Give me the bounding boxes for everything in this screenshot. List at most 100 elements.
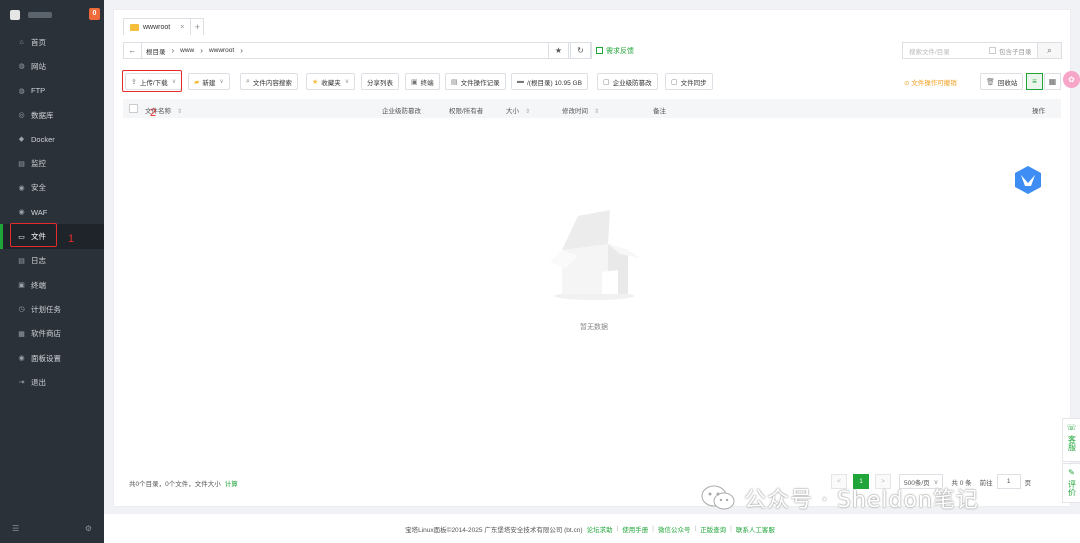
log-icon: ▤	[451, 78, 458, 86]
license-link[interactable]: 正版查询	[700, 524, 726, 534]
sidebar-item-0[interactable]: ⌂ 首页	[0, 30, 104, 54]
folder-icon	[130, 23, 139, 31]
support-link[interactable]: 联系人工客服	[736, 524, 775, 534]
add-tab-button[interactable]: +	[191, 18, 205, 35]
select-all-checkbox[interactable]	[129, 104, 138, 113]
goto-label: 前往	[979, 479, 993, 487]
forum-link[interactable]: 论坛求助	[587, 524, 613, 534]
calc-link[interactable]: 计算	[225, 481, 238, 488]
disk-label: /(根目录) 10.95 GB	[527, 79, 582, 87]
share-list-button[interactable]: 分享列表	[361, 73, 399, 90]
search-icon[interactable]: ⌕	[1037, 43, 1061, 58]
copyright-bar: 宝塔Linux面板©2014-2025 广东堡塔安全技术有限公司 (bt.cn)…	[104, 514, 1080, 543]
sidebar-item-2[interactable]: ◍ FTP	[0, 79, 104, 103]
sidebar-item-label: 数据库	[31, 110, 54, 120]
file-sync-button[interactable]: ▢ 文件同步	[665, 73, 713, 90]
enterprise-tamper-button[interactable]: ▢ 企业级防篡改	[597, 73, 658, 90]
sidebar-item-10[interactable]: ▣ 终端	[0, 273, 104, 297]
feedback-link[interactable]: 需求反馈	[596, 46, 634, 56]
refresh-icon[interactable]: ↻	[570, 42, 591, 59]
customer-service-tab[interactable]: ☏ 客服	[1062, 418, 1080, 462]
log-icon: ▤	[18, 257, 25, 265]
grid-view-icon[interactable]: ▦	[1044, 73, 1061, 90]
breadcrumb-root[interactable]: 根目录	[142, 46, 170, 56]
settings-icon: ◉	[18, 355, 25, 362]
favorites-button[interactable]: ★ 收藏夹 ∨	[306, 73, 356, 90]
assistant-bird-icon[interactable]	[1013, 165, 1043, 195]
tab-bar: wwwroot × +	[123, 18, 205, 35]
disk-icon: ▬	[517, 78, 524, 85]
manual-link[interactable]: 使用手册	[622, 524, 648, 534]
sidebar-item-6[interactable]: ◉ 安全	[0, 176, 104, 200]
breadcrumb-www[interactable]: www	[176, 47, 198, 54]
op-log-button[interactable]: ▤ 文件操作记录	[445, 73, 506, 90]
favorites-label: 收藏夹	[321, 79, 341, 87]
star-icon[interactable]: ★	[548, 42, 569, 59]
sidebar-item-label: 计划任务	[31, 304, 61, 314]
content-search-label: 文件内容搜索	[252, 79, 292, 87]
terminal-icon: ▣	[18, 282, 25, 290]
sync-label: 文件同步	[680, 79, 707, 87]
review-label: 评价	[1067, 480, 1077, 496]
disk-button[interactable]: ▬/(根目录) 10.95 GB	[511, 73, 588, 90]
sidebar-item-7[interactable]: ◉ WAF	[0, 200, 104, 224]
search-icon: ⌕	[246, 77, 250, 85]
server-name-blurred	[28, 12, 52, 18]
file-table-header: 文件名称 ⇕ 企业级防篡改 权限/所有者 大小 ⇕ 修改时间 ⇕ 备注 操作	[123, 99, 1061, 118]
file-manager-panel: wwwroot × + ← 根目录 › www › wwwroot › ★ ↻ …	[113, 9, 1071, 507]
include-subdir-checkbox[interactable]: 包含子目录	[989, 46, 1032, 56]
notification-badge[interactable]: 0	[89, 8, 100, 20]
sidebar-item-11[interactable]: ◷ 计划任务	[0, 297, 104, 321]
chevron-down-icon: ∨	[219, 79, 224, 85]
terminal-label: 终端	[420, 79, 434, 87]
empty-state: 暂无数据	[544, 210, 644, 332]
folder-icon: ▰	[194, 78, 200, 86]
back-arrow-icon[interactable]: ←	[124, 43, 142, 58]
review-tab[interactable]: ✎ 评价	[1062, 463, 1080, 503]
sidebar-item-3[interactable]: ◎ 数据库	[0, 103, 104, 127]
clock-icon: ◷	[18, 306, 25, 314]
search-box: 搜索文件/目录 包含子目录 ⌕	[902, 42, 1062, 59]
sidebar-item-label: 网站	[31, 61, 46, 71]
col-mtime[interactable]: 修改时间 ⇕	[562, 105, 599, 115]
terminal-button[interactable]: ▣ 终端	[405, 73, 440, 90]
col-name-label: 文件名称	[145, 108, 171, 115]
sidebar-item-4[interactable]: ◆ Docker	[0, 127, 104, 151]
settings-gear-icon[interactable]: ⚙	[85, 524, 92, 533]
sidebar-item-9[interactable]: ▤ 日志	[0, 249, 104, 273]
wechat-link[interactable]: 微信公众号	[658, 524, 691, 534]
sort-icon: ⇕	[525, 109, 531, 115]
sidebar-item-5[interactable]: ▤ 监控	[0, 151, 104, 175]
sidebar-menu: ⌂ 首页 ◍ 网站 ◍ FTP ◎ 数据库 ◆ Docker ▤ 监控 ◉ 安全 ◉ WAF ▭ 文件 ▤ 日志 ▣ 终端…	[0, 30, 104, 394]
path-bar[interactable]: ← 根目录 › www › wwwroot ›	[123, 42, 592, 59]
sidebar-item-label: 退出	[31, 377, 46, 387]
sidebar-footer: ☰ ⚙	[12, 524, 92, 533]
goto-page-input[interactable]: 1	[996, 474, 1021, 489]
collapse-icon[interactable]: ☰	[12, 524, 19, 533]
tab-wwwroot[interactable]: wwwroot ×	[123, 18, 192, 35]
content-search-button[interactable]: ⌕ 文件内容搜索	[240, 73, 298, 90]
watermark: 公众号 · Sheldon笔记	[700, 482, 979, 514]
col-note: 备注	[653, 108, 666, 115]
sidebar-item-label: Docker	[31, 134, 55, 144]
chevron-right-icon: ›	[171, 46, 175, 55]
sidebar-item-label: 面板设置	[31, 353, 61, 363]
close-icon[interactable]: ×	[180, 24, 184, 31]
ai-assistant-button[interactable]: ✿	[1063, 71, 1080, 88]
sidebar-item-label: WAF	[31, 207, 48, 217]
new-button[interactable]: ▰ 新建 ∨	[188, 73, 230, 90]
undo-warning[interactable]: ⊙ 文件操作可撤销	[904, 77, 957, 87]
shield-icon: ▢	[603, 78, 610, 86]
search-input[interactable]: 搜索文件/目录	[903, 46, 989, 56]
sidebar-item-label: 软件商店	[31, 329, 61, 339]
store-icon: ▦	[18, 330, 25, 338]
col-size[interactable]: 大小 ⇕	[506, 105, 530, 115]
sidebar-item-label: 终端	[31, 280, 46, 290]
breadcrumb-wwwroot[interactable]: wwwroot	[205, 47, 238, 54]
recycle-bin-button[interactable]: 🗑 回收站	[980, 73, 1024, 90]
list-view-icon[interactable]: ≡	[1026, 73, 1043, 90]
sidebar-item-12[interactable]: ▦ 软件商店	[0, 322, 104, 346]
sidebar-item-1[interactable]: ◍ 网站	[0, 54, 104, 78]
sidebar-item-14[interactable]: ⇥ 退出	[0, 370, 104, 394]
sidebar-item-13[interactable]: ◉ 面板设置	[0, 346, 104, 370]
